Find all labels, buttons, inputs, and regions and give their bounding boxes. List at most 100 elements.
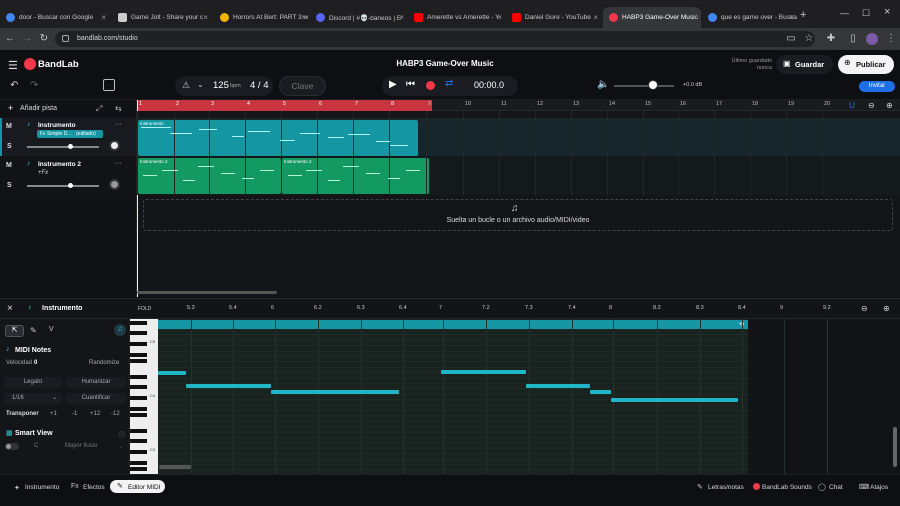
invite-button[interactable]: Invitar — [859, 81, 895, 92]
back-icon[interactable]: ← — [3, 28, 17, 50]
mute-button[interactable]: M — [6, 162, 12, 169]
zoom-out-icon[interactable]: ⊖ — [861, 304, 868, 313]
sidebar-icon[interactable]: ▯ — [846, 28, 860, 50]
select-tool-icon[interactable]: ⇱ — [5, 325, 24, 337]
midi-note[interactable] — [590, 390, 611, 394]
browser-tab[interactable]: Game Jolt - Share your c × — [112, 7, 212, 28]
midi-clip[interactable]: Instrumento — [138, 120, 418, 156]
transpose-plus12[interactable]: +12 — [90, 411, 100, 417]
play-icon[interactable]: ▶ — [389, 79, 397, 90]
pan-knob[interactable] — [109, 140, 120, 151]
shortcuts-button[interactable]: Atajos — [870, 484, 888, 491]
track-name[interactable]: Instrumento 2 — [38, 161, 81, 168]
transpose-minus1[interactable]: -1 — [72, 411, 77, 417]
zoom-in-icon[interactable]: ⊕ — [886, 101, 893, 110]
instrument-tab[interactable]: Instrumento — [25, 484, 59, 491]
browser-tab[interactable]: Discord | #💀-baneos | E × — [310, 7, 408, 28]
snap-magnet-icon[interactable]: U — [849, 101, 855, 110]
profile-avatar[interactable] — [866, 33, 878, 45]
solo-button[interactable]: S — [7, 182, 12, 189]
time-signature[interactable]: 4 / 4 — [250, 80, 269, 91]
volume-icon[interactable]: 🔈 — [597, 79, 609, 90]
transpose-plus1[interactable]: +1 — [50, 411, 57, 417]
zoom-out-icon[interactable]: ⊖ — [868, 101, 875, 110]
redo-icon[interactable]: ↷ — [30, 80, 38, 91]
tempo-value[interactable]: 125 — [213, 80, 229, 91]
browser-tab-active[interactable]: HABP3 Game-Over Music × — [603, 7, 701, 28]
project-title[interactable]: HABP3 Game-Over Music — [360, 59, 530, 68]
quantize-button[interactable]: Cuantificar — [66, 393, 126, 404]
zoom-in-icon[interactable]: ⊕ — [883, 304, 890, 313]
window-close-icon[interactable]: × — [884, 6, 890, 18]
volume-slider-handle[interactable] — [648, 80, 658, 90]
key-select[interactable]: C — [34, 443, 38, 449]
pan-knob[interactable] — [109, 179, 120, 190]
menu-icon[interactable]: ⋮ — [884, 28, 898, 50]
midi-clip[interactable]: Instrumento 2 — [282, 158, 429, 194]
region-bar[interactable] — [158, 320, 748, 329]
close-editor-icon[interactable]: × — [7, 303, 13, 314]
browser-tab[interactable]: que es game over - Busca × — [702, 7, 798, 28]
transpose-minus12[interactable]: -12 — [111, 411, 120, 417]
close-icon[interactable]: × — [301, 13, 306, 22]
star-icon[interactable]: ☆ — [802, 28, 816, 50]
midi-note[interactable] — [158, 371, 186, 375]
lyrics-button[interactable]: Letras/notas — [708, 484, 744, 491]
bandlab-sounds-button[interactable]: BandLab Sounds — [762, 484, 812, 491]
vertical-scrollbar[interactable] — [893, 427, 897, 467]
pencil-tool-icon[interactable]: ✎ — [30, 326, 37, 335]
midi-note[interactable] — [441, 370, 526, 374]
add-track-icon[interactable]: + — [8, 103, 13, 113]
automation-icon[interactable]: ⤢ — [96, 104, 102, 114]
skip-back-icon[interactable]: ⏮ — [406, 79, 415, 90]
mute-button[interactable]: M — [6, 123, 12, 130]
chat-button[interactable]: Chat — [829, 484, 843, 491]
loop-icon[interactable]: ⇄ — [445, 78, 453, 89]
close-icon[interactable]: × — [593, 13, 598, 22]
add-fx-button[interactable]: +Fx — [38, 170, 48, 176]
horizontal-scrollbar[interactable] — [137, 291, 277, 294]
close-icon[interactable]: × — [399, 13, 404, 22]
velocity-value[interactable]: 0 — [34, 360, 37, 366]
horizontal-scrollbar[interactable] — [159, 465, 192, 469]
minimize-icon[interactable]: — — [840, 8, 849, 18]
track-name[interactable]: Instrumento — [38, 122, 76, 129]
browser-tab[interactable]: Horrors At Bert: PART 3 w × — [214, 7, 310, 28]
randomize-button[interactable]: Randomize — [89, 360, 119, 366]
track-options-icon[interactable]: ⇆ — [115, 104, 122, 113]
midi-note[interactable] — [611, 398, 738, 402]
close-icon[interactable]: × — [789, 13, 794, 22]
new-tab-button[interactable]: + — [800, 9, 806, 21]
humanize-button[interactable]: Humanizar — [66, 377, 126, 388]
reload-icon[interactable]: ↻ — [37, 28, 51, 50]
info-icon[interactable]: ⓘ — [119, 430, 125, 439]
add-track-button[interactable]: Añadir pista — [20, 105, 57, 112]
midi-note[interactable] — [186, 384, 271, 388]
browser-tab[interactable]: Amerette vs Amerette - Y × — [408, 7, 506, 28]
mixer-view-icon[interactable] — [103, 79, 115, 91]
solo-button[interactable]: S — [7, 143, 12, 150]
extensions-icon[interactable]: ✚ — [824, 28, 838, 50]
browser-tab[interactable]: Daniel Gore - YouTube × — [506, 7, 602, 28]
close-icon[interactable]: × — [203, 13, 208, 22]
chevron-down-icon[interactable]: ⌄ — [197, 80, 204, 89]
close-icon[interactable]: × — [692, 13, 697, 22]
key-selector[interactable]: Clave — [279, 76, 326, 96]
track-volume-slider[interactable] — [27, 146, 99, 148]
cast-icon[interactable]: ▭ — [784, 28, 798, 50]
undo-icon[interactable]: ↶ — [10, 80, 18, 91]
master-volume-slider[interactable] — [614, 85, 674, 87]
fold-toggle[interactable]: FOLD — [138, 306, 151, 312]
forward-icon[interactable]: → — [20, 28, 34, 50]
velocity-tool-icon[interactable]: V — [49, 326, 54, 333]
close-icon[interactable]: × — [101, 13, 106, 22]
site-info-icon[interactable] — [62, 35, 69, 42]
track-volume-slider[interactable] — [27, 185, 99, 187]
hamburger-menu-icon[interactable]: ☰ — [8, 59, 18, 72]
midi-note[interactable] — [271, 390, 399, 394]
browser-tab[interactable]: door - Buscar con Google × — [0, 7, 110, 28]
url-field[interactable]: bandlab.com/studio — [55, 31, 815, 47]
metronome-icon[interactable]: ⚠ — [182, 80, 190, 91]
track-more-icon[interactable]: ··· — [115, 121, 122, 128]
record-icon[interactable] — [426, 81, 435, 90]
